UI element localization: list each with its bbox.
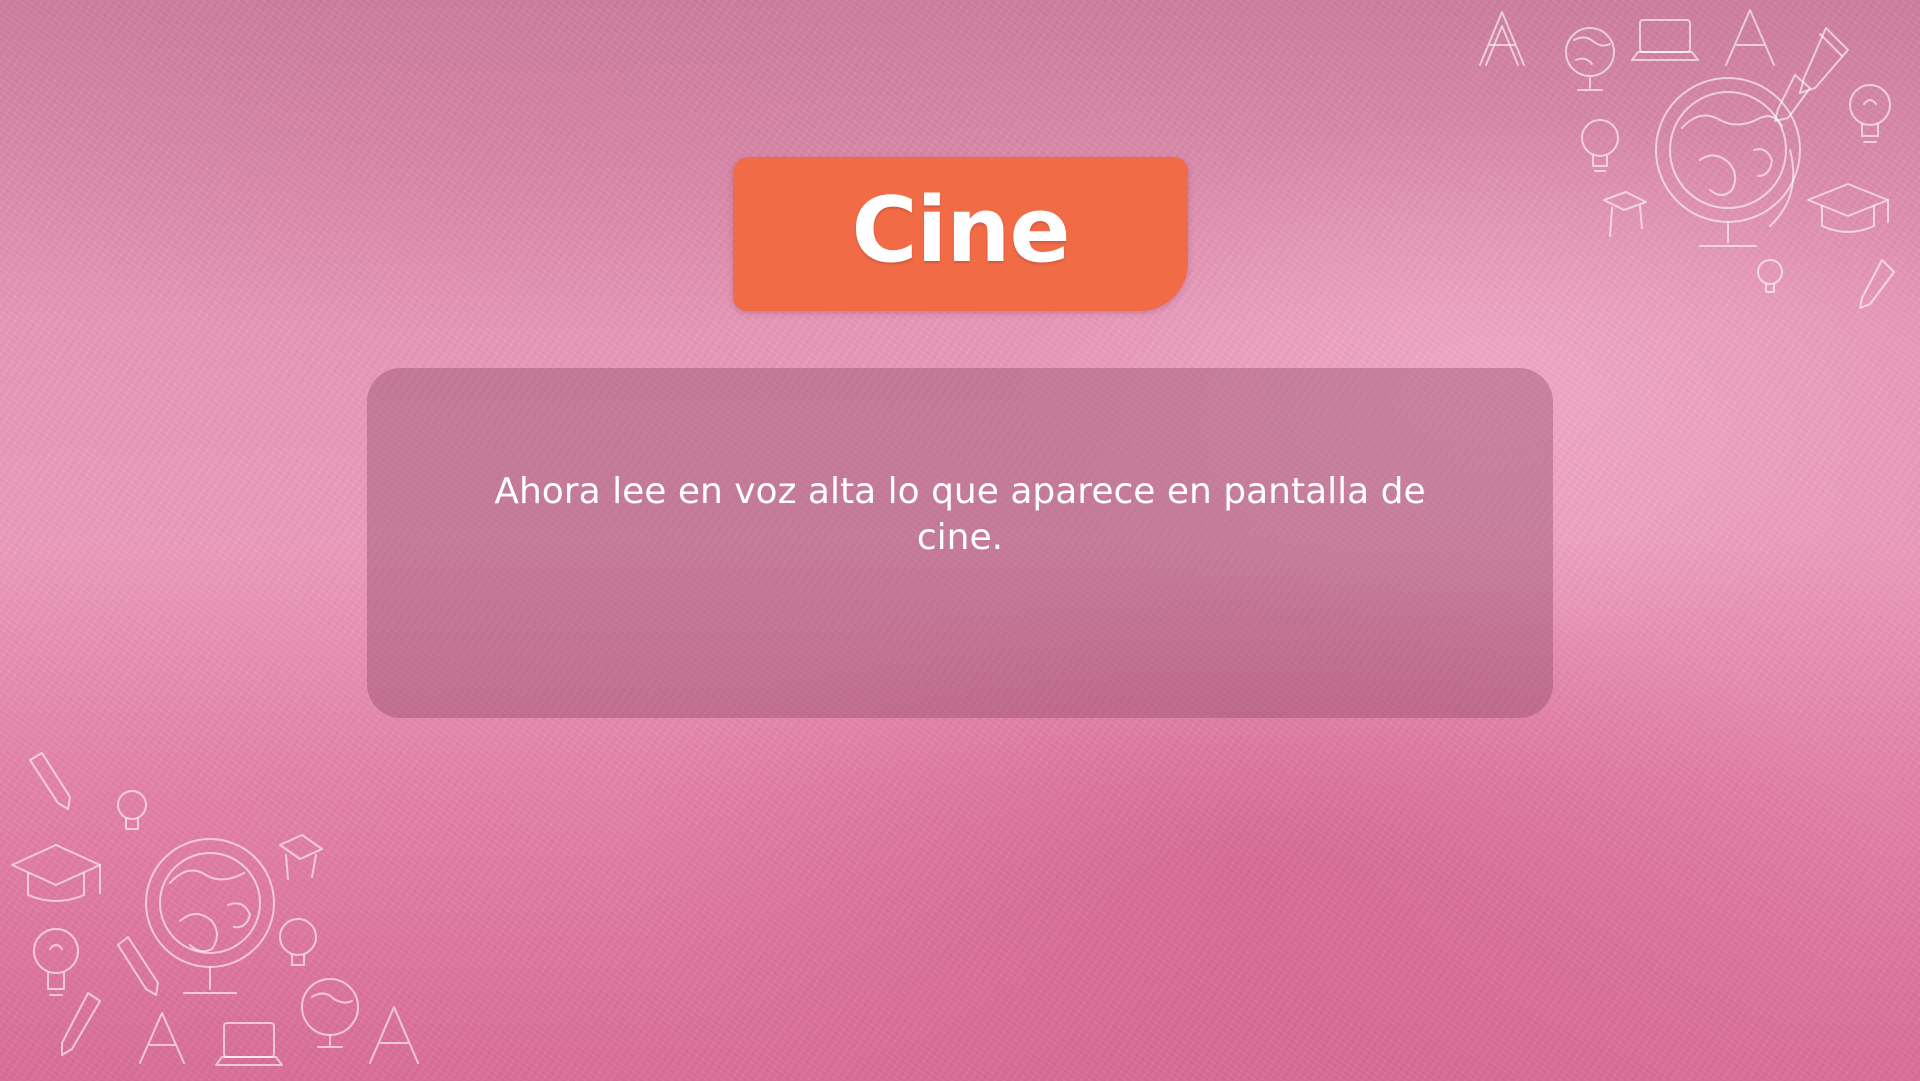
lightbulb-icon (117, 790, 147, 830)
pencil-icon (117, 936, 159, 996)
graduation-cap-icon (11, 844, 101, 902)
content-card: Ahora lee en voz alta lo que aparece en … (367, 368, 1553, 718)
graduation-cap-icon (1807, 183, 1889, 233)
letter-a-icon (1479, 11, 1525, 66)
graduation-cap-icon (1603, 191, 1647, 237)
doodle-cluster-bottom-left (0, 745, 430, 1081)
pencil-icon (1859, 259, 1895, 309)
pencil-icon (61, 992, 101, 1056)
lightbulb-icon (33, 928, 79, 996)
letter-a-icon (369, 1006, 419, 1064)
letter-a-icon (1725, 9, 1775, 66)
lightbulb-icon (279, 918, 317, 966)
lightbulb-icon (1581, 119, 1619, 172)
title-badge: Cine (733, 157, 1188, 311)
lightbulb-icon (1849, 84, 1891, 143)
doodle-cluster-top-right (1470, 0, 1920, 320)
slide-title: Cine (851, 178, 1070, 283)
pencil-icon (1774, 74, 1811, 122)
laptop-icon (1631, 19, 1699, 61)
globe-icon (145, 838, 275, 994)
pencil-icon (29, 752, 71, 810)
lightbulb-icon (1757, 259, 1783, 293)
instruction-text: Ahora lee en voz alta lo que aparece en … (494, 471, 1426, 558)
globe-icon (301, 978, 359, 1048)
laptop-icon (215, 1022, 283, 1066)
letter-a-icon (139, 1012, 185, 1064)
graduation-cap-icon (279, 834, 323, 880)
globe-icon (1655, 77, 1801, 247)
globe-icon (1565, 27, 1615, 91)
pencil-icon (1799, 27, 1849, 94)
